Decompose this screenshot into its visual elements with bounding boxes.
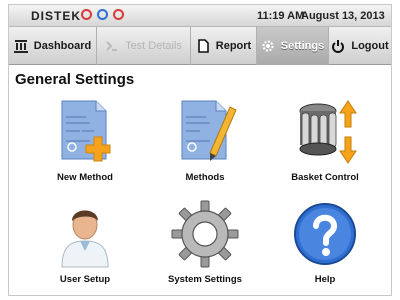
power-icon bbox=[331, 39, 345, 53]
help-icon bbox=[290, 199, 360, 269]
nav-settings-button[interactable]: Settings bbox=[257, 27, 329, 65]
user-setup-tile[interactable]: User Setup bbox=[25, 199, 145, 300]
new-method-tile[interactable]: New Method bbox=[25, 97, 145, 207]
clock-time: 11:19 AM bbox=[257, 10, 305, 22]
status-light-2 bbox=[97, 9, 108, 20]
basket-control-tile[interactable]: Basket Control bbox=[265, 97, 385, 207]
nav-test-details-button[interactable]: Test Details bbox=[97, 27, 191, 65]
nav-test-details-label: Test Details bbox=[125, 40, 182, 52]
test-details-icon bbox=[105, 39, 119, 53]
nav-settings-label: Settings bbox=[280, 40, 325, 52]
clock-date: August 13, 2013 bbox=[301, 10, 385, 22]
nav-dashboard-button[interactable]: Dashboard bbox=[9, 27, 97, 65]
gear-icon bbox=[170, 199, 240, 269]
app-window: DISTEK 11:19 AM August 13, 2013 Dashboar… bbox=[8, 4, 392, 296]
nav-report-button[interactable]: Report bbox=[191, 27, 257, 65]
main-navigation: Dashboard Test Details Report Settings L… bbox=[9, 27, 391, 65]
nav-dashboard-label: Dashboard bbox=[33, 40, 92, 52]
methods-tile[interactable]: Methods bbox=[145, 97, 265, 207]
distek-logo: DISTEK bbox=[31, 9, 82, 23]
basket-control-label: Basket Control bbox=[291, 172, 359, 183]
new-method-icon bbox=[50, 97, 120, 167]
basket-control-icon bbox=[290, 97, 360, 167]
methods-icon bbox=[170, 97, 240, 167]
gear-icon bbox=[261, 39, 275, 53]
nav-logout-button[interactable]: Logout bbox=[329, 27, 391, 65]
user-icon bbox=[50, 199, 120, 269]
help-label: Help bbox=[314, 274, 336, 285]
dashboard-icon bbox=[13, 39, 28, 53]
methods-label: Methods bbox=[185, 172, 225, 183]
status-light-1 bbox=[81, 9, 92, 20]
status-lights bbox=[81, 9, 124, 20]
status-light-3 bbox=[113, 9, 124, 20]
system-settings-label: System Settings bbox=[168, 274, 242, 285]
nav-report-label: Report bbox=[215, 40, 252, 52]
status-bar: DISTEK 11:19 AM August 13, 2013 bbox=[9, 5, 391, 27]
help-tile[interactable]: Help bbox=[265, 199, 385, 300]
user-setup-label: User Setup bbox=[59, 274, 111, 285]
system-settings-tile[interactable]: System Settings bbox=[145, 199, 265, 300]
nav-logout-label: Logout bbox=[351, 40, 389, 52]
report-icon bbox=[196, 39, 210, 53]
page-title: General Settings bbox=[15, 71, 135, 88]
new-method-label: New Method bbox=[57, 172, 113, 183]
